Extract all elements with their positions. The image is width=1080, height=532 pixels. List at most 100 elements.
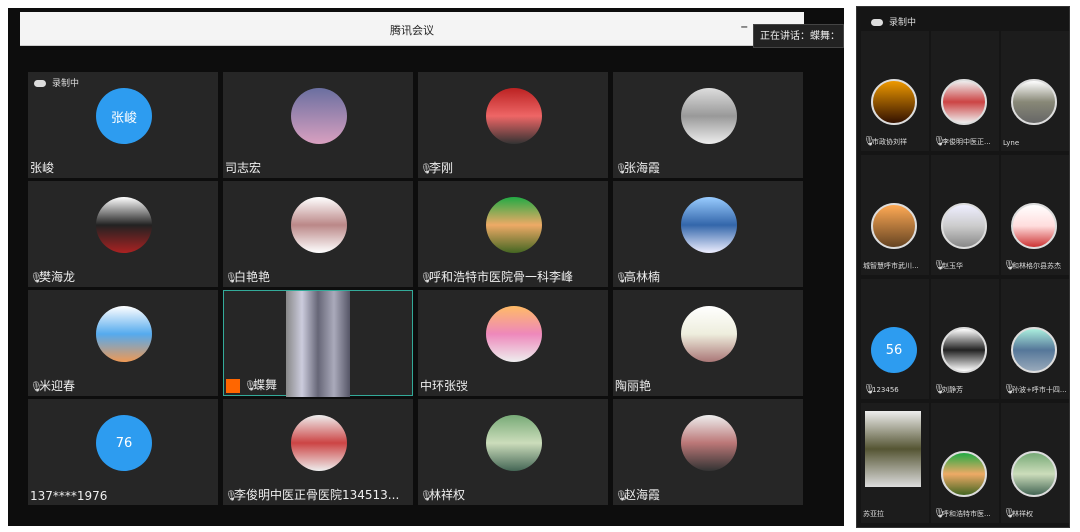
participant-name: 137****1976 — [30, 489, 108, 503]
mobile-participant-tile[interactable]: 🎙林祥权 — [1001, 403, 1069, 523]
mobile-participant-tile[interactable]: 56 🎙123456 — [861, 279, 929, 399]
avatar: 56 — [871, 327, 917, 373]
microphone-icon: 🎙 — [1003, 384, 1016, 395]
microphone-icon: 🎙 — [1003, 508, 1016, 519]
video-feed — [865, 411, 921, 487]
microphone-icon: 🎙 — [933, 508, 946, 519]
avatar — [941, 79, 987, 125]
participant-name: 🎙李俊明中医正骨医院134513... — [225, 488, 400, 502]
avatar — [941, 327, 987, 373]
microphone-icon: 🎙 — [933, 260, 946, 271]
mobile-participant-tile[interactable]: 🎙孙波+呼市十四... — [1001, 279, 1069, 399]
avatar — [681, 306, 737, 362]
avatar — [291, 415, 347, 471]
participant-tile[interactable]: 🎙樊海龙 — [28, 181, 218, 287]
microphone-icon: 🎙 — [420, 491, 433, 502]
participant-name: 司志宏 — [225, 161, 262, 175]
avatar: 张峻 — [96, 88, 152, 144]
participant-name: 🎙孙波+呼市十四... — [1003, 384, 1067, 395]
participant-name: 张峻 — [30, 161, 55, 175]
mobile-participant-tile[interactable]: 🎙赵玉华 — [931, 155, 999, 275]
microphone-icon: 🎙 — [30, 382, 43, 393]
avatar — [486, 88, 542, 144]
avatar — [486, 415, 542, 471]
participant-name: 🎙和林格尔县苏杰 — [1003, 260, 1061, 271]
avatar: 76 — [96, 415, 152, 471]
speaking-indicator: 正在讲话：蝶舞： — [753, 24, 844, 48]
participant-tile[interactable]: 🎙李俊明中医正骨医院134513... — [223, 399, 413, 505]
microphone-icon: 🎙 — [420, 273, 433, 284]
microphone-icon: 🎙 — [420, 164, 433, 175]
recording-indicator: 录制中 — [34, 76, 79, 89]
participant-name: 🎙张海霞 — [615, 161, 661, 175]
microphone-icon: 🎙 — [863, 384, 876, 395]
microphone-icon: 🎙 — [244, 381, 257, 392]
avatar — [681, 88, 737, 144]
participant-name: 🎙樊海龙 — [30, 270, 76, 284]
microphone-icon: 🎙 — [30, 273, 43, 284]
participant-tile[interactable]: 76 137****1976 — [28, 399, 218, 505]
participant-name: 🎙赵玉华 — [933, 260, 963, 271]
microphone-icon: 🎙 — [1003, 260, 1016, 271]
participant-name: 🎙白艳艳 — [225, 270, 271, 284]
microphone-icon: 🎙 — [863, 136, 876, 147]
mobile-participant-tile[interactable]: 🎙市政协刘祥 — [861, 31, 929, 151]
participant-name: 中环张弢 — [420, 379, 469, 393]
participant-name: 🎙呼和浩特市医... — [933, 508, 991, 519]
participant-tile[interactable]: 🎙李刚 — [418, 72, 608, 178]
mobile-recording-indicator: 录制中 — [871, 15, 916, 28]
participant-tile[interactable]: 🎙张海霞 — [613, 72, 803, 178]
minimize-button[interactable]: – — [741, 17, 749, 35]
avatar — [291, 88, 347, 144]
microphone-icon: 🎙 — [615, 273, 628, 284]
mobile-participant-tile[interactable]: 🎙呼和浩特市医... — [931, 403, 999, 523]
window-title: 腾讯会议 — [390, 24, 434, 37]
participant-tile[interactable]: 🎙米迎春 — [28, 290, 218, 396]
participant-tile[interactable]: 🎙林祥权 — [418, 399, 608, 505]
participant-name: 🎙林祥权 — [1003, 508, 1033, 519]
participant-tile[interactable]: 🎙呼和浩特市医院骨一科李峰 — [418, 181, 608, 287]
participant-tile[interactable]: 司志宏 — [223, 72, 413, 178]
participant-name: 🎙赵海霞 — [615, 488, 661, 502]
microphone-icon: 🎙 — [225, 273, 238, 284]
participant-tile[interactable]: 陶丽艳 — [613, 290, 803, 396]
participant-name: 🎙李俊明中医正... — [933, 136, 991, 147]
participant-name: 🎙123456 — [863, 384, 899, 395]
mobile-participant-tile[interactable]: 城智慧呼市武川... — [861, 155, 929, 275]
mobile-participant-tile[interactable]: Lyne — [1001, 31, 1069, 151]
avatar — [96, 306, 152, 362]
participant-name: 🎙林祥权 — [420, 488, 466, 502]
mobile-participant-tile[interactable]: 🎙李俊明中医正... — [931, 31, 999, 151]
mobile-participant-tile[interactable]: 🎙和林格尔县苏杰 — [1001, 155, 1069, 275]
participant-name: 🎙米迎春 — [30, 379, 76, 393]
participant-name: 🎙市政协刘祥 — [863, 136, 907, 147]
mobile-view: 录制中 🎙市政协刘祥 🎙李俊明中医正... Lyne 城智慧呼市武川... 🎙赵玉华 🎙和… — [856, 6, 1070, 528]
avatar — [486, 306, 542, 362]
participant-tile[interactable]: 🎙赵海霞 — [613, 399, 803, 505]
participant-name: 🎙呼和浩特市医院骨一科李峰 — [420, 270, 574, 284]
participant-name: 🎙高林楠 — [615, 270, 661, 284]
participant-tile[interactable]: 🎙高林楠 — [613, 181, 803, 287]
avatar — [941, 451, 987, 497]
cloud-icon — [34, 80, 46, 87]
mobile-participant-tile[interactable]: 🎙刘静芳 — [931, 279, 999, 399]
microphone-icon: 🎙 — [225, 491, 238, 502]
participant-name: 苏亚拉 — [863, 510, 884, 518]
participant-name: 🎙蝶舞 — [244, 378, 278, 392]
participant-name: 🎙刘静芳 — [933, 384, 963, 395]
cloud-icon — [871, 19, 883, 26]
participant-name: Lyne — [1003, 139, 1020, 147]
avatar — [681, 415, 737, 471]
avatar — [291, 197, 347, 253]
participant-tile[interactable]: 中环张弢 — [418, 290, 608, 396]
avatar — [96, 197, 152, 253]
mobile-participant-tile[interactable]: 苏亚拉 — [861, 403, 929, 523]
participant-tile[interactable]: 🎙白艳艳 — [223, 181, 413, 287]
avatar — [1011, 79, 1057, 125]
participant-name: 城智慧呼市武川... — [863, 262, 919, 270]
avatar — [1011, 203, 1057, 249]
participant-tile[interactable]: 🎙蝶舞 — [223, 290, 413, 397]
participant-name: 🎙李刚 — [420, 161, 454, 175]
avatar — [681, 197, 737, 253]
avatar — [1011, 327, 1057, 373]
